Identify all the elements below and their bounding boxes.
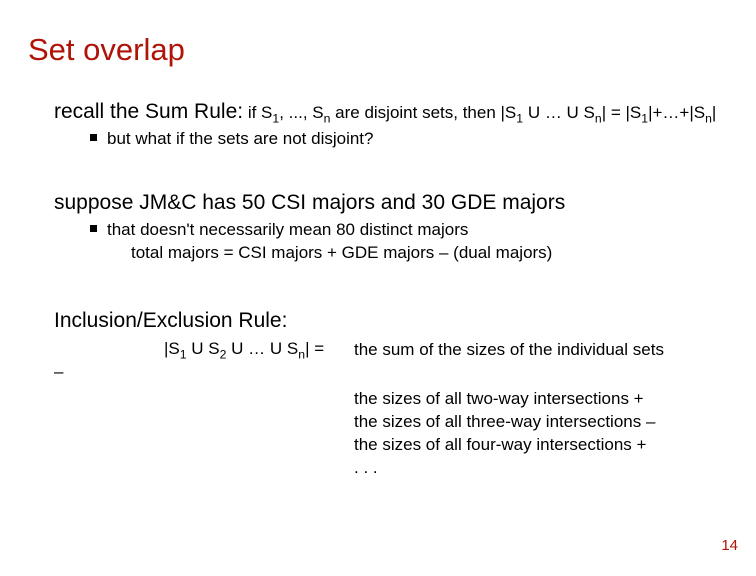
ie-dash: – bbox=[54, 362, 344, 382]
ie-rhs-5: . . . bbox=[354, 457, 728, 480]
ie-lhs: |S1 U S2 U … U Sn| = bbox=[54, 339, 344, 362]
ie-lead: Inclusion/Exclusion Rule: bbox=[54, 309, 728, 333]
sum-rule-block: recall the Sum Rule: if S1, ..., Sn are … bbox=[54, 100, 728, 151]
slide-number: 14 bbox=[721, 537, 738, 554]
slide-title: Set overlap bbox=[28, 32, 728, 68]
ie-rhs-4: the sizes of all four-way intersections … bbox=[354, 434, 728, 457]
sum-rule-line: recall the Sum Rule: if S1, ..., Sn are … bbox=[54, 100, 728, 124]
ie-rhs-2: the sizes of all two-way intersections + bbox=[354, 388, 728, 411]
example-bullet-text: that doesn't necessarily mean 80 distinc… bbox=[107, 219, 552, 265]
ie-grid: |S1 U S2 U … U Sn| = the sum of the size… bbox=[54, 339, 728, 480]
ie-rhs-1: the sum of the sizes of the individual s… bbox=[354, 339, 728, 362]
sum-rule-lead: recall the Sum Rule: bbox=[54, 100, 243, 123]
sum-rule-bullet-text: but what if the sets are not disjoint? bbox=[107, 128, 374, 151]
ie-rhs-3: the sizes of all three-way intersections… bbox=[354, 411, 728, 434]
bullet-square-icon bbox=[90, 225, 97, 232]
sum-rule-math: if S1, ..., Sn are disjoint sets, then |… bbox=[243, 103, 716, 122]
bullet-square-icon bbox=[90, 134, 97, 141]
example-bullet: that doesn't necessarily mean 80 distinc… bbox=[90, 219, 728, 265]
sum-rule-bullet: but what if the sets are not disjoint? bbox=[90, 128, 728, 151]
example-block: suppose JM&C has 50 CSI majors and 30 GD… bbox=[54, 191, 728, 265]
example-lead: suppose JM&C has 50 CSI majors and 30 GD… bbox=[54, 191, 728, 215]
inclusion-exclusion-block: Inclusion/Exclusion Rule: |S1 U S2 U … U… bbox=[28, 309, 728, 480]
